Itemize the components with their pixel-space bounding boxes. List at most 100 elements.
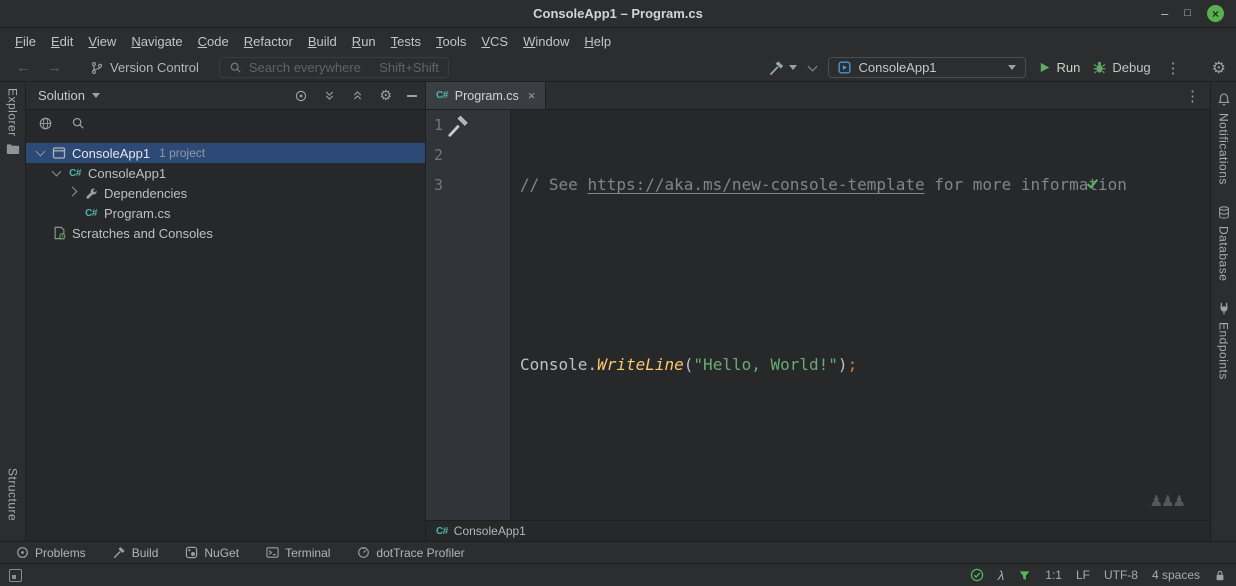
version-control-widget[interactable]: Version Control — [90, 60, 199, 75]
debug-button[interactable]: Debug — [1092, 60, 1150, 75]
class-token: Console — [520, 355, 587, 374]
inspections-status-icon[interactable] — [1085, 116, 1201, 251]
build-solution-button[interactable] — [769, 60, 797, 76]
tool-button-explorer[interactable]: Explorer — [6, 88, 20, 155]
tool-button-terminal[interactable]: Terminal — [266, 546, 330, 560]
scratches-icon — [51, 226, 67, 240]
settings-gear-icon[interactable]: ⚙ — [1212, 58, 1226, 78]
file-encoding[interactable]: UTF-8 — [1104, 568, 1138, 582]
chevron-right-icon[interactable] — [67, 187, 77, 197]
more-actions-icon[interactable]: ⋮ — [1163, 59, 1184, 77]
branch-icon — [90, 61, 104, 75]
editor-gutter[interactable]: 1 2 3 — [426, 110, 511, 520]
tree-item-dependencies[interactable]: Dependencies — [26, 183, 425, 203]
lock-icon[interactable] — [1214, 569, 1226, 582]
caret-position[interactable]: 1:1 — [1045, 568, 1062, 582]
tool-button-endpoints[interactable]: Endpoints — [1217, 301, 1231, 380]
tool-button-structure[interactable]: Structure — [6, 468, 20, 521]
title-bar: ConsoleApp1 – Program.cs – □ × — [0, 0, 1236, 28]
tool-button-problems[interactable]: Problems — [16, 546, 86, 560]
line-separator[interactable]: LF — [1076, 568, 1090, 582]
run-widget-chevron[interactable] — [809, 66, 816, 70]
search-everywhere[interactable]: Search everywhere Shift+Shift — [219, 57, 449, 78]
menu-navigate[interactable]: Navigate — [124, 31, 189, 52]
search-placeholder: Search everywhere — [249, 60, 361, 75]
menu-refactor[interactable]: Refactor — [237, 31, 300, 52]
line-number[interactable]: 3 — [434, 170, 510, 200]
endpoints-label: Endpoints — [1217, 322, 1231, 380]
tool-button-build[interactable]: Build — [113, 546, 159, 560]
panel-view-select[interactable]: Solution — [38, 88, 100, 103]
tool-button-nuget[interactable]: NuGet — [185, 546, 239, 560]
status-bar: λ 1:1 LF UTF-8 4 spaces — [0, 563, 1236, 586]
comment-url-link[interactable]: https://aka.ms/new-console-template — [587, 175, 924, 194]
menu-tools[interactable]: Tools — [429, 31, 473, 52]
filter-funnel-icon[interactable] — [1018, 569, 1031, 582]
line-number[interactable]: 2 — [434, 140, 510, 170]
version-control-label: Version Control — [110, 60, 199, 75]
csharp-file-icon: C# — [436, 526, 448, 537]
method-token: WriteLine — [597, 355, 684, 374]
forward-icon[interactable]: → — [43, 59, 66, 76]
run-label: Run — [1056, 60, 1080, 75]
inspections-ok-icon[interactable] — [970, 568, 984, 582]
code-editor[interactable]: // See https://aka.ms/new-console-templa… — [511, 110, 1210, 520]
tab-list-options-icon[interactable]: ⋮ — [1182, 87, 1210, 105]
menu-run[interactable]: Run — [345, 31, 383, 52]
menu-file[interactable]: File — [8, 31, 43, 52]
menu-build[interactable]: Build — [301, 31, 344, 52]
web-globe-icon[interactable] — [38, 116, 53, 131]
tab-program-cs[interactable]: C# Program.cs × — [426, 82, 546, 109]
close-button[interactable]: × — [1207, 5, 1224, 22]
problems-label: Problems — [35, 546, 86, 560]
tree-item-program-cs[interactable]: C# Program.cs — [26, 203, 425, 223]
menu-view[interactable]: View — [81, 31, 123, 52]
csharp-project-icon: C# — [67, 168, 83, 179]
panel-toolbar — [26, 110, 425, 137]
bottom-tool-bar: Problems Build NuGet Terminal — [0, 541, 1236, 563]
database-icon — [1217, 205, 1231, 220]
locate-file-icon[interactable] — [294, 89, 308, 103]
breadcrumb-item[interactable]: ConsoleApp1 — [454, 524, 526, 538]
run-config-select[interactable]: ConsoleApp1 — [828, 57, 1026, 78]
code-analysis-icon[interactable]: λ — [998, 568, 1004, 583]
tab-close-icon[interactable]: × — [528, 88, 536, 103]
panel-settings-gear-icon[interactable]: ⚙ — [379, 87, 392, 104]
hammer-cursor-icon — [446, 112, 472, 138]
tree-item-scratches[interactable]: Scratches and Consoles — [26, 223, 425, 243]
statues-icon: ♟♟♟ — [1150, 486, 1184, 516]
tool-button-dottrace-profiler[interactable]: dotTrace Profiler — [357, 546, 464, 560]
collapse-all-icon[interactable] — [351, 89, 364, 102]
indent-style[interactable]: 4 spaces — [1152, 568, 1200, 582]
back-icon[interactable]: ← — [12, 59, 35, 76]
run-button[interactable]: Run — [1038, 60, 1080, 75]
menu-vcs[interactable]: VCS — [474, 31, 515, 52]
hide-panel-icon[interactable] — [407, 95, 417, 97]
panel-view-caret-icon — [92, 93, 100, 98]
tree-item-project[interactable]: C# ConsoleApp1 — [26, 163, 425, 183]
menu-edit[interactable]: Edit — [44, 31, 80, 52]
run-config-caret-icon — [1008, 65, 1016, 70]
tool-window-switcher-icon[interactable] — [9, 569, 22, 582]
chevron-down-icon[interactable] — [51, 167, 61, 177]
menu-bar: File Edit View Navigate Code Refactor Bu… — [0, 28, 1236, 54]
expand-all-icon[interactable] — [323, 89, 336, 102]
csharp-file-icon: C# — [436, 90, 448, 101]
menu-window[interactable]: Window — [516, 31, 576, 52]
menu-help[interactable]: Help — [577, 31, 618, 52]
paren-token: ) — [838, 355, 848, 374]
menu-tests[interactable]: Tests — [384, 31, 428, 52]
menu-code[interactable]: Code — [191, 31, 236, 52]
editor-area: C# Program.cs × ⋮ 1 2 3 — [426, 82, 1210, 541]
maximize-button[interactable]: □ — [1184, 8, 1191, 19]
tool-button-notifications[interactable]: Notifications — [1217, 92, 1231, 185]
hammer-icon — [113, 546, 126, 559]
solution-explorer-panel: Solution ⚙ — [26, 82, 426, 541]
find-in-panel-icon[interactable] — [71, 116, 85, 130]
build-dropdown-icon[interactable] — [789, 65, 797, 70]
tree-item-solution[interactable]: ConsoleApp1 1 project — [26, 143, 425, 163]
minimize-button[interactable]: – — [1161, 7, 1168, 20]
tool-button-database[interactable]: Database — [1217, 205, 1231, 281]
chevron-down-icon[interactable] — [35, 147, 45, 157]
nuget-icon — [185, 546, 198, 559]
